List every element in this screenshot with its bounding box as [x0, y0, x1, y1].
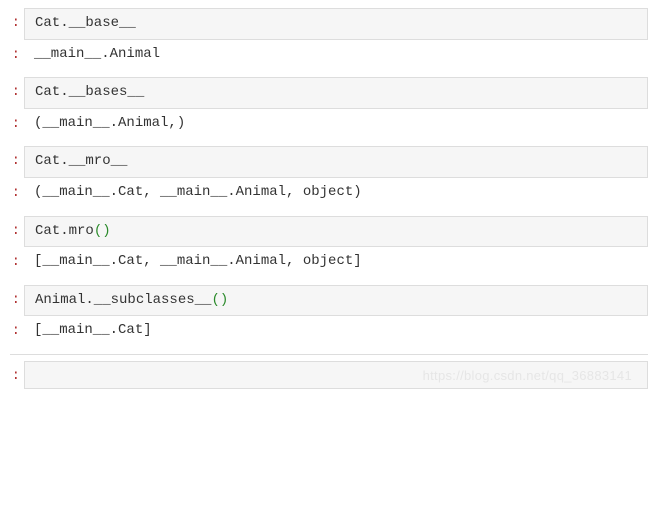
output-prompt: : — [10, 247, 24, 273]
divider — [10, 354, 648, 355]
code-input[interactable]: Cat.__mro__ — [24, 146, 648, 178]
code-text: Cat.__mro__ — [35, 153, 127, 169]
input-row: : — [10, 361, 648, 389]
code-paren: () — [211, 292, 228, 308]
input-prompt: : — [10, 77, 24, 103]
input-prompt: : — [10, 8, 24, 34]
output-row: : (__main__.Animal,) — [10, 109, 648, 139]
code-text: Animal.__subclasses__ — [35, 292, 211, 308]
output-prompt: : — [10, 316, 24, 342]
output-prompt: : — [10, 109, 24, 135]
input-prompt: : — [10, 285, 24, 311]
code-input[interactable]: Animal.__subclasses__() — [24, 285, 648, 317]
notebook-cell: : Cat.__bases__ : (__main__.Animal,) — [10, 77, 648, 138]
notebook-cell: : Cat.__mro__ : (__main__.Cat, __main__.… — [10, 146, 648, 207]
output-prompt: : — [10, 178, 24, 204]
input-prompt: : — [10, 216, 24, 242]
input-row: : Cat.__mro__ — [10, 146, 648, 178]
code-text: Cat.mro — [35, 223, 94, 239]
input-row: : Animal.__subclasses__() — [10, 285, 648, 317]
code-text: Cat.__base__ — [35, 15, 136, 31]
notebook-cell: : https://blog.csdn.net/qq_36883141 — [10, 361, 648, 389]
output-prompt: : — [10, 40, 24, 66]
notebook-cell: : Cat.__base__ : __main__.Animal — [10, 8, 648, 69]
notebook-cell: : Animal.__subclasses__() : [__main__.Ca… — [10, 285, 648, 346]
code-output: __main__.Animal — [24, 40, 648, 70]
code-paren: () — [94, 223, 111, 239]
notebook-cell: : Cat.mro() : [__main__.Cat, __main__.An… — [10, 216, 648, 277]
code-output: (__main__.Animal,) — [24, 109, 648, 139]
input-row: : Cat.__base__ — [10, 8, 648, 40]
code-output: [__main__.Cat, __main__.Animal, object] — [24, 247, 648, 277]
input-row: : Cat.mro() — [10, 216, 648, 248]
input-prompt: : — [10, 361, 24, 387]
code-output: (__main__.Cat, __main__.Animal, object) — [24, 178, 648, 208]
input-row: : Cat.__bases__ — [10, 77, 648, 109]
output-row: : [__main__.Cat] — [10, 316, 648, 346]
code-output: [__main__.Cat] — [24, 316, 648, 346]
input-prompt: : — [10, 146, 24, 172]
code-input[interactable]: Cat.__bases__ — [24, 77, 648, 109]
code-input[interactable] — [24, 361, 648, 389]
code-input[interactable]: Cat.mro() — [24, 216, 648, 248]
code-input[interactable]: Cat.__base__ — [24, 8, 648, 40]
code-text: Cat.__bases__ — [35, 84, 144, 100]
output-row: : [__main__.Cat, __main__.Animal, object… — [10, 247, 648, 277]
output-row: : __main__.Animal — [10, 40, 648, 70]
output-row: : (__main__.Cat, __main__.Animal, object… — [10, 178, 648, 208]
